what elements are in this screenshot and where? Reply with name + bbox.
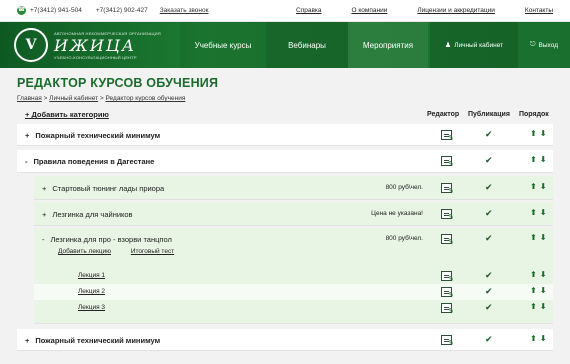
column-order: Порядок — [519, 111, 549, 118]
course-title[interactable]: + Стартовый тюнинг лады приора — [42, 184, 164, 193]
order-arrows-icon[interactable]: ⬆⬇ — [530, 129, 549, 138]
logout-label: Выход — [538, 41, 558, 49]
nav-courses[interactable]: Учебные курсы — [180, 22, 266, 68]
course-price: Цена не указана! — [371, 210, 423, 217]
edit-icon[interactable] — [441, 156, 454, 168]
lecture-row: Лекция 2 ✔ ⬆⬇ — [34, 284, 553, 300]
lecture-link[interactable]: Лекция 1 — [78, 272, 105, 279]
logo-line-top: АВТОНОМНАЯ НЕКОММЕРЧЕСКАЯ ОРГАНИЗАЦИЯ — [54, 30, 161, 36]
course-row: + Лезгинка для чайников Цена не указана! … — [34, 202, 553, 226]
edit-icon[interactable] — [441, 271, 454, 283]
publish-check-icon[interactable]: ✔ — [485, 302, 493, 313]
publish-check-icon[interactable]: ✔ — [485, 270, 493, 281]
add-category-link[interactable]: + Добавить категорию — [25, 110, 109, 119]
lecture-link[interactable]: Лекция 3 — [78, 304, 105, 311]
main-content: РЕДАКТОР КУРСОВ ОБУЧЕНИЯ Главная > Личны… — [0, 76, 570, 351]
course-row: + Стартовый тюнинг лады приора 800 руб\че… — [34, 176, 553, 200]
order-arrows-icon[interactable]: ⬆⬇ — [530, 286, 549, 295]
logo-emblem-icon: V — [14, 28, 48, 62]
breadcrumb-separator: > — [43, 95, 48, 102]
add-lecture-link[interactable]: Добавить лекцию — [58, 248, 111, 255]
order-arrows-icon[interactable]: ⬆⬇ — [530, 208, 549, 217]
lecture-row: Лекция 3 ✔ ⬆⬇ — [34, 300, 553, 316]
category-title[interactable]: + Пожарный технический минимум — [25, 336, 160, 345]
phone-number-1: +7(3412) 941-504 — [30, 7, 82, 14]
order-arrows-icon[interactable]: ⬆⬇ — [530, 155, 549, 164]
publish-check-icon[interactable]: ✔ — [485, 286, 493, 297]
publish-check-icon[interactable]: ✔ — [485, 233, 493, 244]
user-icon: ♟ — [444, 42, 452, 49]
cabinet-link[interactable]: ♟ Личный кабинет — [430, 22, 518, 68]
course-price: 800 руб\чел. — [385, 235, 423, 242]
nav-webinars[interactable]: Вебинары — [266, 22, 348, 68]
main-header: V АВТОНОМНАЯ НЕКОММЕРЧЕСКАЯ ОРГАНИЗАЦИЯ … — [0, 22, 570, 68]
exit-icon: ⎋ — [530, 41, 536, 48]
phone-icon: ☎ — [17, 6, 26, 15]
cabinet-label: Личный кабинет — [454, 41, 504, 49]
publish-check-icon[interactable]: ✔ — [485, 182, 493, 193]
course-actions: Добавить лекцию Итоговый тест — [58, 248, 192, 255]
order-arrows-icon[interactable]: ⬆⬇ — [530, 233, 549, 242]
order-arrows-icon[interactable]: ⬆⬇ — [530, 302, 549, 311]
breadcrumb-separator: > — [99, 95, 104, 102]
licenses-link[interactable]: Лицензии и аккредитации — [417, 7, 495, 14]
order-arrows-icon[interactable]: ⬆⬇ — [530, 334, 549, 343]
edit-icon[interactable] — [441, 287, 454, 299]
about-link[interactable]: О компании — [352, 7, 388, 14]
course-price: 800 руб\чел. — [385, 184, 423, 191]
category-title[interactable]: + Пожарный технический минимум — [25, 131, 160, 140]
logo[interactable]: V АВТОНОМНАЯ НЕКОММЕРЧЕСКАЯ ОРГАНИЗАЦИЯ … — [0, 28, 180, 62]
final-test-link[interactable]: Итоговый тест — [131, 248, 174, 255]
top-bar: ☎ +7(3412) 941-504 +7(3412) 902-427 Зака… — [0, 0, 570, 22]
main-nav: Учебные курсы Вебинары Мероприятия — [180, 22, 428, 68]
category-row: -Правила поведения в Дагестане ✔ ⬆⬇ — [17, 150, 553, 173]
category-title[interactable]: - Правила поведения в Дагестане — [25, 157, 154, 166]
order-arrows-icon[interactable]: ⬆⬇ — [530, 182, 549, 191]
logo-line-bottom: УЧЕБНО-КОНСУЛЬТАЦИОННЫЙ ЦЕНТР — [54, 54, 137, 60]
category-row: +Пожарный технический минимум ✔ ⬆⬇ — [17, 124, 553, 146]
publish-check-icon[interactable]: ✔ — [485, 208, 493, 219]
order-arrows-icon[interactable]: ⬆⬇ — [530, 270, 549, 279]
contacts-link[interactable]: Контакты — [525, 7, 553, 14]
publish-check-icon[interactable]: ✔ — [485, 334, 493, 345]
callback-link[interactable]: Заказать звонок — [160, 7, 209, 14]
edit-icon[interactable] — [441, 183, 454, 195]
course-row-expanded: - Лезгинка для про - взорви танцпол 800 р… — [34, 228, 553, 324]
edit-icon[interactable] — [441, 234, 454, 246]
course-title[interactable]: + Лезгинка для чайников — [42, 210, 133, 219]
course-title[interactable]: - Лезгинка для про - взорви танцпол — [42, 235, 172, 244]
breadcrumb-cabinet[interactable]: Личный кабинет — [49, 95, 98, 102]
breadcrumb: Главная > Личный кабинет > Редактор курс… — [17, 95, 553, 102]
edit-icon[interactable] — [441, 335, 454, 347]
publish-check-icon[interactable]: ✔ — [485, 155, 493, 166]
breadcrumb-current[interactable]: Редактор курсов обучения — [106, 95, 186, 102]
column-publish: Публикация — [468, 111, 510, 118]
page-title: РЕДАКТОР КУРСОВ ОБУЧЕНИЯ — [17, 76, 219, 90]
column-header-row: + Добавить категорию Редактор Публикация… — [17, 108, 553, 124]
edit-icon[interactable] — [441, 303, 454, 315]
publish-check-icon[interactable]: ✔ — [485, 129, 493, 140]
category-row: +Пожарный технический минимум ✔ ⬆⬇ — [17, 329, 553, 351]
phone-number-2: +7(3412) 902-427 — [95, 7, 148, 14]
edit-icon[interactable] — [441, 209, 454, 221]
breadcrumb-home[interactable]: Главная — [17, 95, 42, 102]
lecture-row: Лекция 1 ✔ ⬆⬇ — [34, 268, 553, 284]
lecture-link[interactable]: Лекция 2 — [78, 288, 105, 295]
edit-icon[interactable] — [441, 130, 454, 142]
logout-link[interactable]: ⎋ Выход — [518, 22, 570, 68]
logo-name: ИЖИЦА — [54, 35, 136, 55]
column-editor: Редактор — [427, 111, 460, 118]
help-link[interactable]: Справка — [296, 7, 322, 14]
nav-events[interactable]: Мероприятия — [348, 22, 428, 68]
top-links: Справка О компании Лицензии и аккредитац… — [266, 7, 553, 14]
